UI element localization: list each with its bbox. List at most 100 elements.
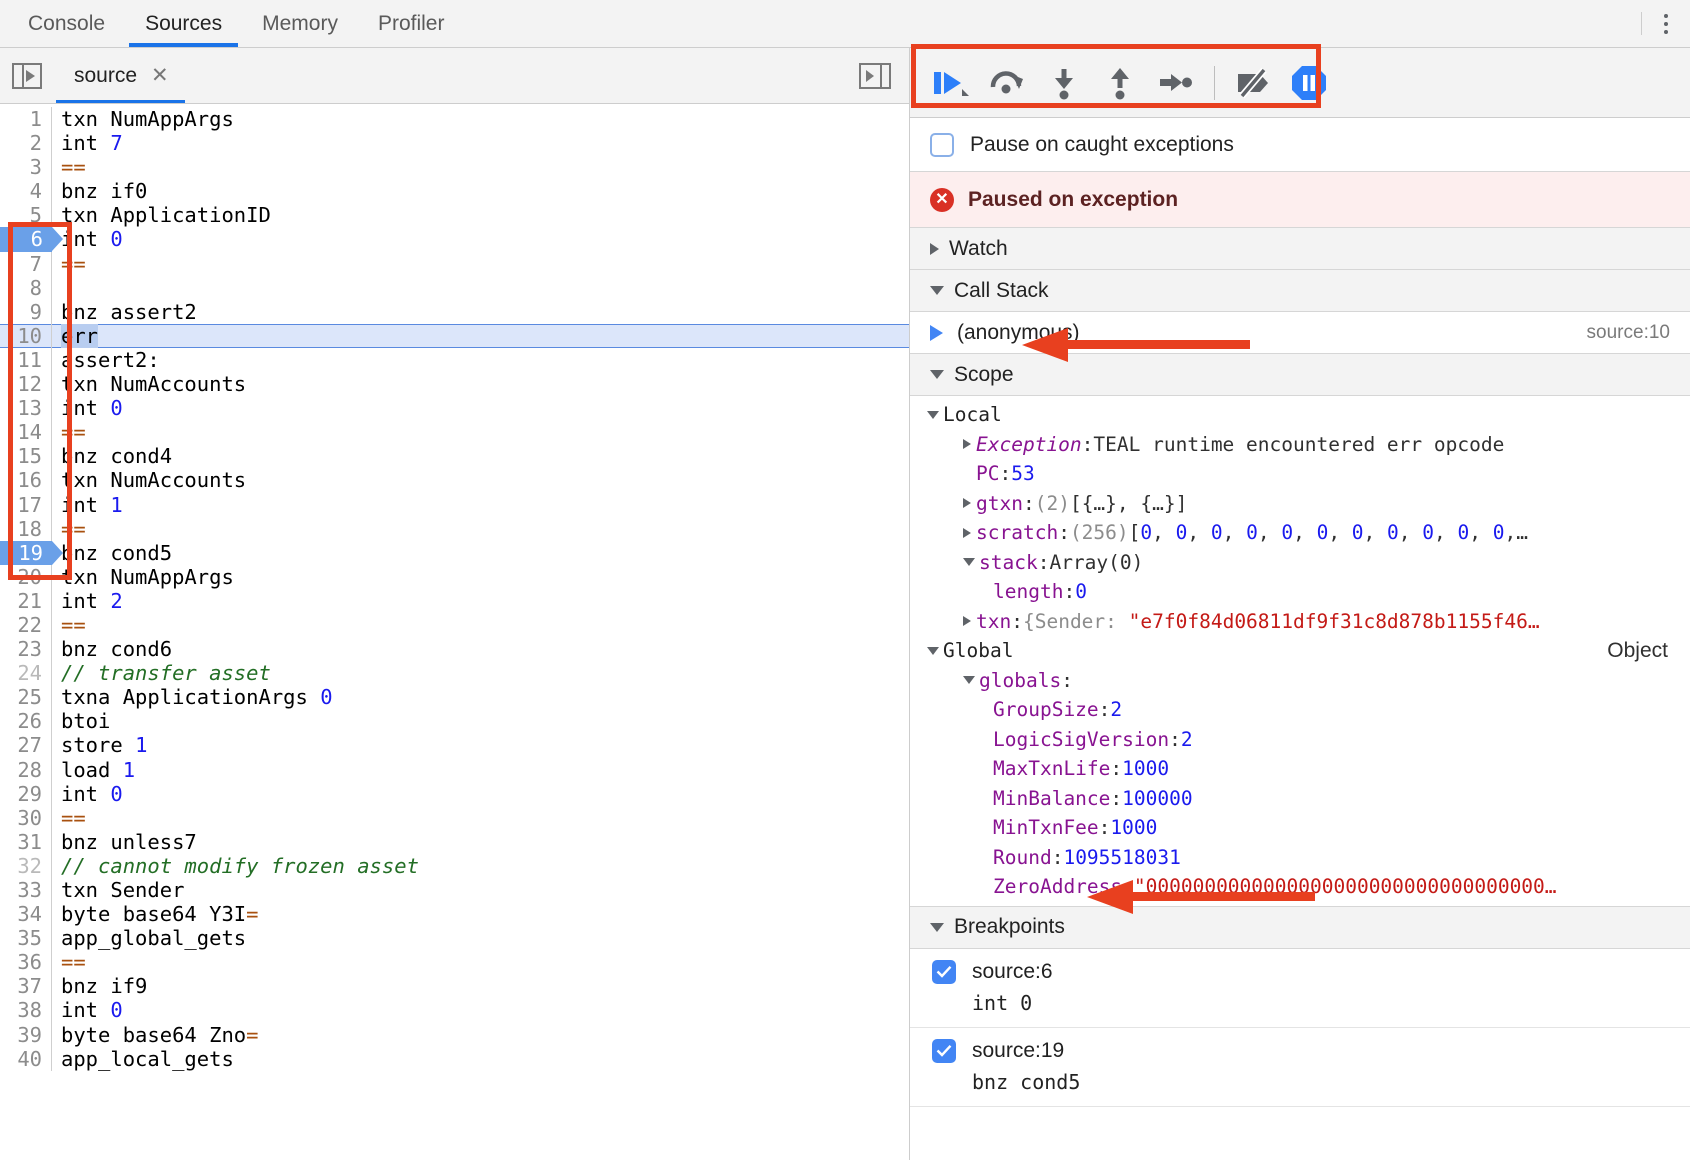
line-number-35[interactable]: 35 bbox=[0, 926, 52, 951]
line-number-23[interactable]: 23 bbox=[0, 637, 52, 662]
line-number-9[interactable]: 9 bbox=[0, 299, 52, 324]
code-line-3[interactable]: 3 == bbox=[0, 155, 909, 180]
chevron-right-icon[interactable] bbox=[963, 527, 971, 538]
line-number-40[interactable]: 40 bbox=[0, 1046, 52, 1071]
line-number-8[interactable]: 8 bbox=[0, 275, 52, 300]
file-tab-source[interactable]: source ✕ bbox=[56, 48, 185, 103]
chevron-right-icon[interactable] bbox=[963, 439, 971, 450]
code-line-25[interactable]: 25 txna ApplicationArgs 0 bbox=[0, 685, 909, 710]
line-number-2[interactable]: 2 bbox=[0, 131, 52, 156]
line-number-16[interactable]: 16 bbox=[0, 468, 52, 493]
code-line-31[interactable]: 31 bnz unless7 bbox=[0, 829, 909, 854]
code-line-32[interactable]: 32 // cannot modify frozen asset bbox=[0, 853, 909, 878]
code-line-30[interactable]: 30 == bbox=[0, 805, 909, 830]
code-line-38[interactable]: 38 int 0 bbox=[0, 998, 909, 1023]
breakpoint-enabled-checkbox[interactable] bbox=[932, 959, 956, 984]
code-line-2[interactable]: 2 int 7 bbox=[0, 131, 909, 156]
tab-console[interactable]: Console bbox=[8, 0, 125, 47]
code-line-40[interactable]: 40 app_local_gets bbox=[0, 1046, 909, 1071]
line-number-20[interactable]: 20 bbox=[0, 564, 52, 589]
line-number-31[interactable]: 31 bbox=[0, 829, 52, 854]
line-number-7[interactable]: 7 bbox=[0, 251, 52, 276]
local-entry-txn[interactable]: txn: {Sender: "e7f0f84d06811df9f31c8d878… bbox=[910, 607, 1690, 637]
line-number-27[interactable]: 27 bbox=[0, 733, 52, 758]
line-number-25[interactable]: 25 bbox=[0, 685, 52, 710]
line-number-33[interactable]: 33 bbox=[0, 878, 52, 903]
kebab-menu-icon[interactable] bbox=[1642, 0, 1690, 47]
code-line-37[interactable]: 37 bnz if9 bbox=[0, 974, 909, 999]
line-number-17[interactable]: 17 bbox=[0, 492, 52, 517]
code-line-15[interactable]: 15 bnz cond4 bbox=[0, 444, 909, 469]
code-line-26[interactable]: 26 btoi bbox=[0, 709, 909, 734]
code-line-12[interactable]: 12 txn NumAccounts bbox=[0, 372, 909, 397]
line-number-5[interactable]: 5 bbox=[0, 203, 52, 228]
section-scope[interactable]: Scope bbox=[910, 354, 1690, 396]
line-number-4[interactable]: 4 bbox=[0, 179, 52, 204]
code-line-33[interactable]: 33 txn Sender bbox=[0, 878, 909, 903]
code-line-6[interactable]: 6 int 0 bbox=[0, 227, 909, 252]
deactivate-breakpoints-icon[interactable] bbox=[1225, 55, 1281, 111]
chevron-down-icon[interactable] bbox=[963, 558, 975, 567]
code-line-1[interactable]: 1 txn NumAppArgs bbox=[0, 107, 909, 132]
local-entry-scratch[interactable]: scratch: (256) [0, 0, 0, 0, 0, 0, 0, 0, … bbox=[910, 518, 1690, 548]
line-number-15[interactable]: 15 bbox=[0, 444, 52, 469]
local-entry-PC[interactable]: PC: 53 bbox=[910, 459, 1690, 489]
line-number-10[interactable]: 10 bbox=[0, 323, 52, 348]
global-scope-header[interactable]: Global Object bbox=[910, 636, 1690, 666]
show-debugger-icon[interactable] bbox=[859, 62, 891, 89]
code-line-7[interactable]: 7 == bbox=[0, 251, 909, 276]
breakpoint-item[interactable]: source:19 bnz cond5 bbox=[910, 1027, 1690, 1107]
line-number-14[interactable]: 14 bbox=[0, 420, 52, 445]
pause-octagon-icon[interactable] bbox=[1281, 55, 1337, 111]
line-number-38[interactable]: 38 bbox=[0, 998, 52, 1023]
line-number-24[interactable]: 24 bbox=[0, 661, 52, 686]
tab-profiler[interactable]: Profiler bbox=[358, 0, 465, 47]
global-entry-LogicSigVersion[interactable]: LogicSigVersion: 2 bbox=[910, 725, 1690, 755]
line-number-29[interactable]: 29 bbox=[0, 781, 52, 806]
step-into-icon[interactable] bbox=[1036, 55, 1092, 111]
chevron-down-icon[interactable] bbox=[927, 646, 939, 655]
line-number-30[interactable]: 30 bbox=[0, 805, 52, 830]
code-line-20[interactable]: 20 txn NumAppArgs bbox=[0, 564, 909, 589]
breakpoint-item[interactable]: source:6 int 0 bbox=[910, 948, 1690, 1028]
pause-on-caught-exceptions-checkbox[interactable] bbox=[930, 132, 954, 157]
show-navigator-icon[interactable] bbox=[12, 62, 42, 89]
local-entry-gtxn[interactable]: gtxn: (2) [{…}, {…}] bbox=[910, 489, 1690, 519]
section-watch[interactable]: Watch bbox=[910, 228, 1690, 270]
chevron-down-icon[interactable] bbox=[963, 676, 975, 685]
step-over-icon[interactable] bbox=[980, 55, 1036, 111]
code-line-22[interactable]: 22 == bbox=[0, 612, 909, 638]
line-number-13[interactable]: 13 bbox=[0, 396, 52, 421]
code-line-21[interactable]: 21 int 2 bbox=[0, 588, 909, 613]
chevron-down-icon[interactable] bbox=[927, 410, 939, 419]
line-number-36[interactable]: 36 bbox=[0, 950, 52, 975]
global-entry-GroupSize[interactable]: GroupSize: 2 bbox=[910, 695, 1690, 725]
code-line-39[interactable]: 39 byte base64 Zno= bbox=[0, 1022, 909, 1047]
code-line-5[interactable]: 5 txn ApplicationID bbox=[0, 203, 909, 228]
tab-memory[interactable]: Memory bbox=[242, 0, 358, 47]
code-line-14[interactable]: 14 == bbox=[0, 420, 909, 445]
section-call-stack[interactable]: Call Stack bbox=[910, 270, 1690, 312]
global-entry-Round[interactable]: Round: 1095518031 bbox=[910, 843, 1690, 873]
line-number-21[interactable]: 21 bbox=[0, 588, 52, 613]
code-line-28[interactable]: 28 load 1 bbox=[0, 757, 909, 782]
code-line-29[interactable]: 29 int 0 bbox=[0, 781, 909, 806]
code-line-16[interactable]: 16 txn NumAccounts bbox=[0, 468, 909, 493]
code-line-11[interactable]: 11 assert2: bbox=[0, 347, 909, 373]
step-icon[interactable] bbox=[1148, 55, 1204, 111]
code-line-36[interactable]: 36 == bbox=[0, 950, 909, 975]
close-icon[interactable]: ✕ bbox=[151, 65, 169, 86]
global-entry-ZeroAddress[interactable]: ZeroAddress: "00000000000000000000000000… bbox=[910, 872, 1690, 902]
global-entry-MinBalance[interactable]: MinBalance: 100000 bbox=[910, 784, 1690, 814]
code-line-27[interactable]: 27 store 1 bbox=[0, 733, 909, 758]
tab-sources[interactable]: Sources bbox=[125, 0, 242, 47]
code-line-18[interactable]: 18 == bbox=[0, 516, 909, 541]
code-line-35[interactable]: 35 app_global_gets bbox=[0, 926, 909, 951]
global-entry-globals[interactable]: globals: bbox=[910, 666, 1690, 696]
line-number-28[interactable]: 28 bbox=[0, 757, 52, 782]
global-entry-MaxTxnLife[interactable]: MaxTxnLife: 1000 bbox=[910, 754, 1690, 784]
code-line-8[interactable]: 8 bbox=[0, 275, 909, 300]
line-number-32[interactable]: 32 bbox=[0, 853, 52, 878]
chevron-right-icon[interactable] bbox=[963, 498, 971, 509]
local-entry-length[interactable]: length: 0 bbox=[910, 577, 1690, 607]
